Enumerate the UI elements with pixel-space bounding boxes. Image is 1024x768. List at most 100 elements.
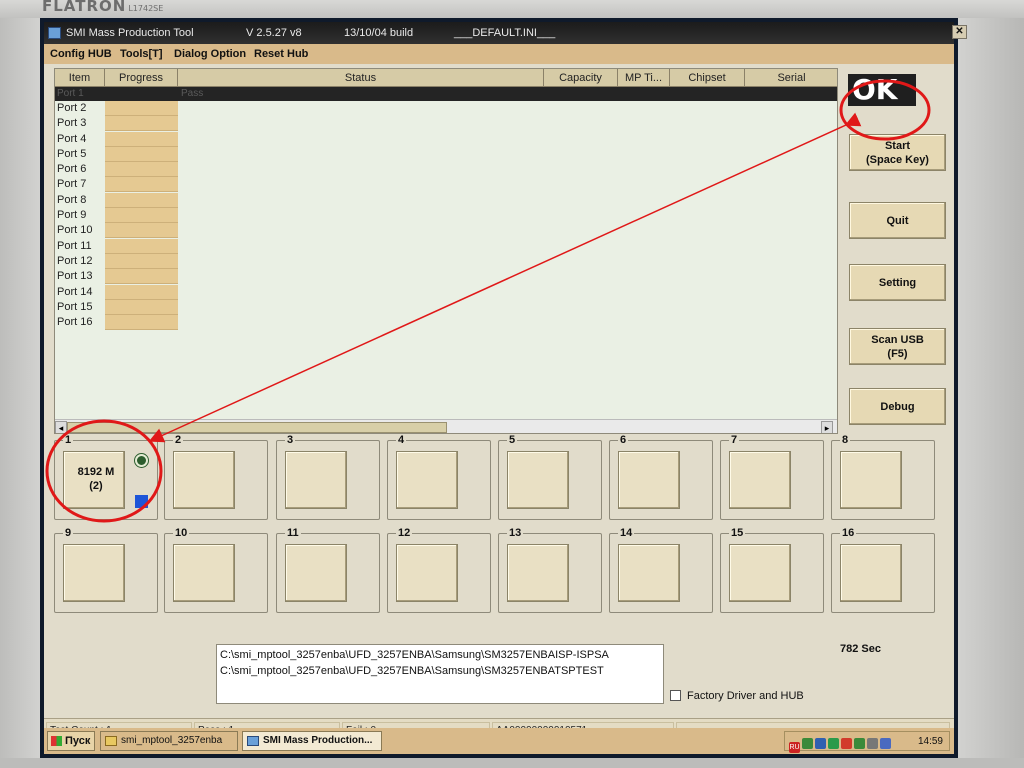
port-slot[interactable] [840,451,902,509]
port-panel-8[interactable]: 8 [831,434,935,520]
port-panel-1[interactable]: 1 8192 M (2) [54,434,158,520]
port-panel-2[interactable]: 2 [164,434,268,520]
table-row[interactable]: Port 16 [55,315,185,331]
port-panel-14[interactable]: 14 [609,527,713,613]
log-textbox[interactable]: C:\smi_mptool_3257enba\UFD_3257ENBA\Sams… [216,644,664,704]
table-row[interactable]: Port 12 [55,253,185,269]
title-bar[interactable]: SMI Mass Production Tool V 2.5.27 v8 13/… [44,22,967,44]
port-list-grid[interactable]: Item Progress Status Capacity MP Ti... C… [54,68,838,434]
start-menu-button[interactable]: Пуск [47,731,95,751]
table-row[interactable]: Port 8 [55,192,185,208]
setting-button[interactable]: Setting [849,264,946,301]
progress-cell [105,192,178,208]
port-slot[interactable] [507,544,569,602]
scroll-right-icon[interactable]: ▸ [821,421,833,433]
taskbar-item-smi-tool[interactable]: SMI Mass Production... [242,731,382,751]
scrollbar-thumb[interactable] [67,422,447,433]
port-panel-5[interactable]: 5 [498,434,602,520]
col-progress[interactable]: Progress [105,69,178,87]
port-slot[interactable] [840,544,902,602]
table-row[interactable]: Port 15 [55,299,185,315]
col-mp-time[interactable]: MP Ti... [618,69,670,87]
port-slot[interactable] [729,544,791,602]
col-status[interactable]: Status [178,69,544,87]
status-icon[interactable] [854,738,865,749]
port-panel-3[interactable]: 3 [276,434,380,520]
table-row[interactable]: Port 10 [55,223,185,239]
menu-tools[interactable]: Tools[T] [120,44,163,64]
debug-button[interactable]: Debug [849,388,946,425]
checkbox-label: Factory Driver and HUB [687,690,804,702]
menu-config-hub[interactable]: Config HUB [50,44,112,64]
port-panel-12[interactable]: 12 [387,527,491,613]
port-slot[interactable] [729,451,791,509]
table-row[interactable]: Port 7 [55,177,185,193]
taskbar: Пуск smi_mptool_3257enba SMI Mass Produc… [44,728,954,754]
port-slot[interactable] [618,451,680,509]
network-icon[interactable] [802,738,813,749]
app-icon [247,736,259,746]
app-icon[interactable] [48,27,61,39]
antivirus-icon[interactable] [828,738,839,749]
elapsed-timer: 782 Sec [840,643,881,655]
menu-reset-hub[interactable]: Reset Hub [254,44,308,64]
port-slot[interactable] [285,451,347,509]
horizontal-scrollbar[interactable]: ◂ ▸ [55,419,837,433]
col-item[interactable]: Item [55,69,105,87]
port-slot[interactable] [396,544,458,602]
port-panel-6[interactable]: 6 [609,434,713,520]
col-serial[interactable]: Serial [745,69,837,87]
table-row[interactable]: Port 11 [55,238,185,254]
port-panel-15[interactable]: 15 [720,527,824,613]
security-icon[interactable] [841,738,852,749]
port-panel-9[interactable]: 9 [54,527,158,613]
window-version: V 2.5.27 v8 [246,27,302,39]
table-row[interactable]: Port 13 [55,269,185,285]
port-slot[interactable] [173,451,235,509]
checkbox-box[interactable] [670,690,681,701]
port-panel-13[interactable]: 13 [498,527,602,613]
col-chipset[interactable]: Chipset [670,69,745,87]
table-row[interactable]: Port 14 [55,284,185,300]
port-panel-4[interactable]: 4 [387,434,491,520]
window-title: SMI Mass Production Tool [66,27,194,39]
port-slot[interactable] [63,544,125,602]
monitor-bezel-left [0,18,40,768]
close-button[interactable]: ✕ [952,25,967,39]
table-row[interactable]: Port 5 [55,146,185,162]
table-row[interactable]: Port 4 [55,131,185,147]
taskbar-item-folder[interactable]: smi_mptool_3257enba [100,731,238,751]
port-panel-7[interactable]: 7 [720,434,824,520]
col-capacity[interactable]: Capacity [544,69,618,87]
table-row[interactable]: Port 3 [55,116,185,132]
scan-usb-button[interactable]: Scan USB (F5) [849,328,946,365]
table-row[interactable]: Port 6 [55,162,185,178]
port-panel-11[interactable]: 11 [276,527,380,613]
port-panel-16[interactable]: 16 [831,527,935,613]
row-status: Pass [181,88,204,99]
quit-button[interactable]: Quit [849,202,946,239]
system-tray: RU 14:59 [784,731,950,753]
language-icon[interactable]: RU [789,742,800,753]
menu-dialog-option[interactable]: Dialog Option [174,44,246,64]
log-line: C:\smi_mptool_3257enba\UFD_3257ENBA\Sams… [220,649,609,661]
table-row[interactable]: Port 9 [55,208,185,224]
scroll-left-icon[interactable]: ◂ [55,421,67,433]
port-panel-10[interactable]: 10 [164,527,268,613]
volume-icon[interactable] [880,738,891,749]
port-slot[interactable] [285,544,347,602]
menu-bar: Config HUB Tools[T] Dialog Option Reset … [44,44,954,64]
port-slot[interactable] [618,544,680,602]
port-slot[interactable] [396,451,458,509]
table-row-selected[interactable]: Port 1 Pass [55,87,837,101]
usb-icon[interactable] [815,738,826,749]
progress-cell [105,101,178,116]
factory-driver-checkbox[interactable]: Factory Driver and HUB [670,690,804,702]
port-slot[interactable] [173,544,235,602]
start-button[interactable]: Start (Space Key) [849,134,946,171]
row-item: Port 1 [57,88,84,99]
grid-header: Item Progress Status Capacity MP Ti... C… [55,69,837,87]
port-slot[interactable] [507,451,569,509]
settings-icon[interactable] [867,738,878,749]
table-row[interactable]: Port 2 [55,101,185,116]
